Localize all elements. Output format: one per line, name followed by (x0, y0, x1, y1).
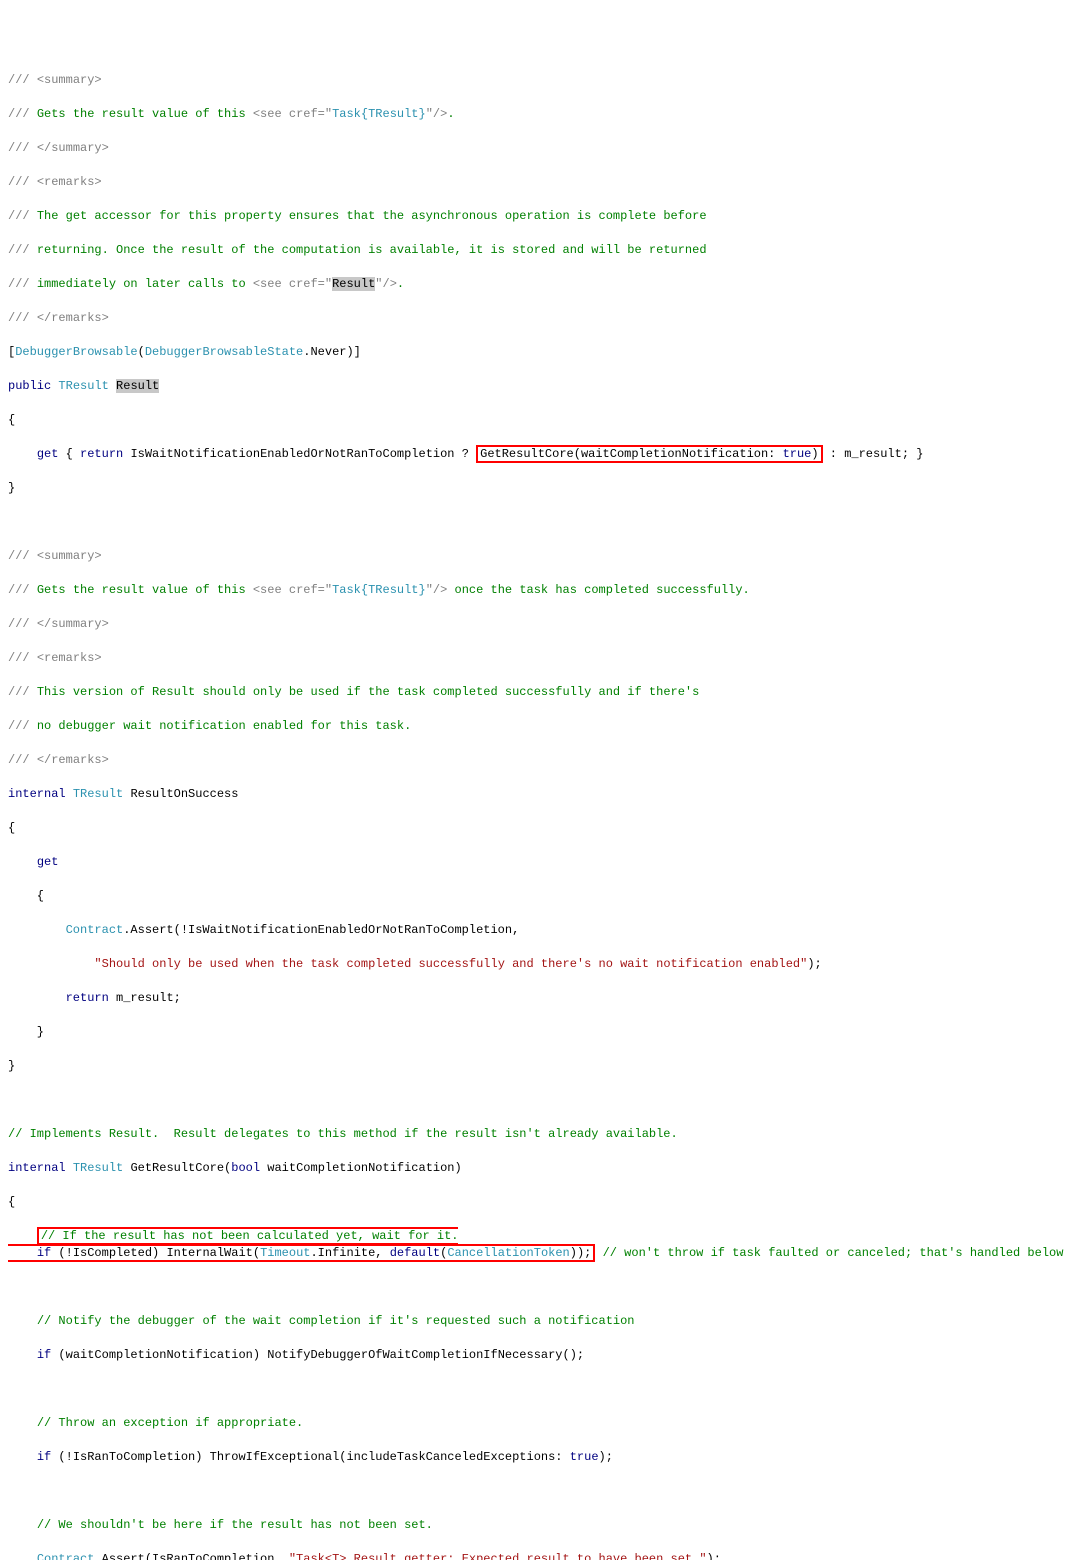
code-line: internal TResult GetResultCore(bool wait… (8, 1160, 1066, 1177)
code-line: // Throw an exception if appropriate. (8, 1415, 1066, 1432)
code-line (8, 1381, 1066, 1398)
code-line: internal TResult ResultOnSuccess (8, 786, 1066, 803)
code-line: Contract.Assert(IsRanToCompletion, "Task… (8, 1551, 1066, 1560)
code-line: { (8, 888, 1066, 905)
code-line: /// </summary> (8, 616, 1066, 633)
code-line: } (8, 1024, 1066, 1041)
code-line: /// <remarks> (8, 174, 1066, 191)
code-line: /// </remarks> (8, 310, 1066, 327)
code-line: if (!IsRanToCompletion) ThrowIfException… (8, 1449, 1066, 1466)
code-line: /// <summary> (8, 72, 1066, 89)
code-line (8, 514, 1066, 531)
code-line: // We shouldn't be here if the result ha… (8, 1517, 1066, 1534)
code-line: public TResult Result (8, 378, 1066, 395)
code-line: return m_result; (8, 990, 1066, 1007)
code-line (8, 1092, 1066, 1109)
highlight-box-2: // If the result has not been calculated… (8, 1227, 595, 1262)
code-line: /// no debugger wait notification enable… (8, 718, 1066, 735)
code-line: /// immediately on later calls to <see c… (8, 276, 1066, 293)
code-line: } (8, 1058, 1066, 1075)
code-line: { (8, 820, 1066, 837)
code-line: /// The get accessor for this property e… (8, 208, 1066, 225)
code-line: if (waitCompletionNotification) NotifyDe… (8, 1347, 1066, 1364)
code-line: /// <summary> (8, 548, 1066, 565)
code-line: /// <remarks> (8, 650, 1066, 667)
code-line: get (8, 854, 1066, 871)
code-line: [DebuggerBrowsable(DebuggerBrowsableStat… (8, 344, 1066, 361)
code-line: /// </summary> (8, 140, 1066, 157)
code-line: // Notify the debugger of the wait compl… (8, 1313, 1066, 1330)
code-line: /// This version of Result should only b… (8, 684, 1066, 701)
highlight-box-1: GetResultCore(waitCompletionNotification… (476, 445, 822, 463)
code-line: { (8, 1194, 1066, 1211)
code-line (8, 1279, 1066, 1296)
code-line: /// Gets the result value of this <see c… (8, 106, 1066, 123)
code-line (8, 1483, 1066, 1500)
code-line: // Implements Result. Result delegates t… (8, 1126, 1066, 1143)
code-line: /// Gets the result value of this <see c… (8, 582, 1066, 599)
code-line: get { return IsWaitNotificationEnabledOr… (8, 446, 1066, 463)
code-line: { (8, 412, 1066, 429)
code-line: /// returning. Once the result of the co… (8, 242, 1066, 259)
code-line: /// </remarks> (8, 752, 1066, 769)
code-line: // If the result has not been calculated… (8, 1228, 1066, 1262)
code-line: } (8, 480, 1066, 497)
code-line: "Should only be used when the task compl… (8, 956, 1066, 973)
code-line: Contract.Assert(!IsWaitNotificationEnabl… (8, 922, 1066, 939)
